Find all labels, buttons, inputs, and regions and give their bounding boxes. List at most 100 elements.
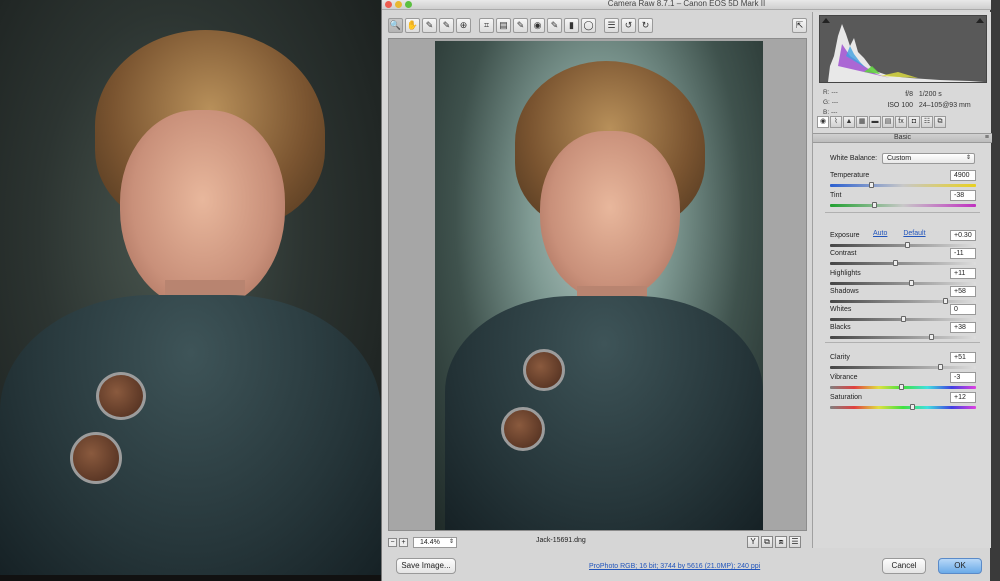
zoom-in-button[interactable]: +	[399, 537, 408, 547]
vibrance-slider-row: Vibrance -3	[830, 372, 976, 392]
zoom-tool-button[interactable]: 🔍	[388, 17, 403, 33]
zoom-out-button[interactable]: −	[388, 537, 397, 547]
shadows-value-field[interactable]: +58	[950, 286, 976, 297]
radial-filter-button[interactable]: ◯	[581, 17, 596, 33]
chevron-updown-icon: ⇕	[965, 155, 971, 161]
panel-tab-1[interactable]: ⌇	[830, 116, 842, 128]
cancel-button[interactable]: Cancel	[882, 558, 926, 574]
aperture: f/8	[905, 91, 913, 98]
hand-tool-button[interactable]: ✋	[405, 17, 420, 33]
contrast-value-field[interactable]: -11	[950, 248, 976, 259]
minimize-window-button[interactable]	[395, 1, 402, 8]
rotate-ccw-icon: ↺	[624, 19, 633, 30]
tint-label: Tint	[830, 192, 842, 199]
preview-bar: − + 14.4% ⇕ Jack-15691.dng Y ⧉ ⧈ ☰	[388, 535, 813, 549]
white-balance-tool-button[interactable]: ✎	[422, 17, 437, 33]
shutter-speed: 1/200 s	[918, 91, 942, 98]
blacks-slider-track[interactable]	[830, 336, 976, 339]
save-image-button[interactable]: Save Image...	[396, 558, 456, 574]
highlights-value-field[interactable]: +11	[950, 268, 976, 279]
targeted-adjustment-tool-button[interactable]: ⊕	[456, 17, 471, 33]
red-eye-tool-button[interactable]: ◉	[530, 17, 545, 33]
copy-settings-button[interactable]: ⧈	[775, 536, 787, 548]
ok-button[interactable]: OK	[938, 558, 982, 574]
preferences-button[interactable]: ☰	[604, 17, 619, 33]
whites-slider-thumb[interactable]	[901, 316, 906, 322]
shadows-slider-track[interactable]	[830, 300, 976, 303]
panel-title: Basic	[893, 134, 912, 141]
contrast-slider-track[interactable]	[830, 262, 976, 265]
tint-slider-thumb[interactable]	[871, 202, 877, 208]
blacks-value-field[interactable]: +38	[950, 322, 976, 333]
temperature-slider-thumb[interactable]	[868, 182, 874, 188]
panel-tab-8[interactable]: ☷	[921, 116, 933, 128]
tint-value-field[interactable]: -38	[950, 190, 976, 201]
highlight-clipping-warning-icon[interactable]	[976, 18, 984, 23]
panel-tabs: ◉ ⌇ ▲ ▦ ▬ ▤ fx ◘ ☷ ⧉	[817, 116, 989, 130]
exposure-label: Exposure	[830, 232, 860, 239]
zoom-level-select[interactable]: 14.4% ⇕	[413, 536, 457, 548]
saturation-value-field[interactable]: +12	[950, 392, 976, 403]
temperature-slider-row: Temperature 4900	[830, 170, 976, 190]
workflow-options-link[interactable]: ProPhoto RGB; 16 bit; 3744 by 5616 (21.0…	[589, 563, 760, 570]
adjustment-brush-button[interactable]: ✎	[547, 17, 562, 33]
vibrance-label: Vibrance	[830, 374, 858, 381]
panel-tab-5[interactable]: ▤	[882, 116, 894, 128]
white-balance-label: White Balance:	[830, 155, 878, 162]
panel-tab-7[interactable]: ◘	[908, 116, 920, 128]
white-balance-select[interactable]: Custom ⇕	[882, 153, 975, 164]
photo-shirt	[0, 295, 381, 581]
clarity-value-field[interactable]: +51	[950, 352, 976, 363]
highlights-slider-track[interactable]	[830, 282, 976, 285]
preview-preferences-button[interactable]: ☰	[789, 536, 801, 548]
titlebar: Camera Raw 8.7.1 – Canon EOS 5D Mark II	[382, 0, 991, 10]
white-balance-tool-icon: ✎	[425, 19, 434, 30]
graduated-filter-button[interactable]: ▮	[564, 17, 579, 33]
saturation-slider-track[interactable]	[830, 406, 976, 409]
contrast-slider-thumb[interactable]	[892, 260, 898, 266]
spot-removal-tool-button[interactable]: ✎	[513, 17, 528, 33]
temperature-slider-track[interactable]	[830, 184, 976, 187]
adjustment-panel: R: --- G: --- B: --- f/8 1/200 s ISO 100…	[812, 12, 992, 548]
vibrance-value-field[interactable]: -3	[950, 372, 976, 383]
exposure-value-field[interactable]: +0.30	[950, 230, 976, 241]
whites-value-field[interactable]: 0	[950, 304, 976, 315]
fullscreen-button[interactable]: ⇱	[792, 18, 807, 33]
shadow-clipping-warning-icon[interactable]	[822, 18, 830, 23]
tint-slider-track[interactable]	[830, 204, 976, 207]
panel-tab-2[interactable]: ▲	[843, 116, 855, 128]
rotate-ccw-button[interactable]: ↺	[621, 17, 636, 33]
saturation-label: Saturation	[830, 394, 862, 401]
swap-settings-button[interactable]: ⧉	[761, 536, 773, 548]
image-preview[interactable]	[388, 38, 807, 531]
exposure-slider-thumb[interactable]	[905, 242, 911, 248]
panel-tab-4[interactable]: ▬	[869, 116, 881, 128]
before-after-toggle-button[interactable]: Y	[747, 536, 759, 548]
rotate-cw-button[interactable]: ↻	[638, 17, 653, 33]
saturation-slider-thumb[interactable]	[909, 404, 915, 410]
panel-tab-3[interactable]: ▦	[856, 116, 868, 128]
panel-tab-6[interactable]: fx	[895, 116, 907, 128]
photo-sunglasses-lens	[70, 432, 122, 484]
clarity-slider-row: Clarity +51	[830, 352, 976, 372]
camera-raw-dialog: Camera Raw 8.7.1 – Canon EOS 5D Mark II …	[381, 0, 992, 581]
zoom-window-button[interactable]	[405, 1, 412, 8]
clarity-slider-thumb[interactable]	[938, 364, 944, 370]
highlights-slider-thumb[interactable]	[909, 280, 915, 286]
panel-tab-0[interactable]: ◉	[817, 116, 829, 128]
straighten-tool-button[interactable]: ▤	[496, 17, 511, 33]
blacks-slider-thumb[interactable]	[928, 334, 934, 340]
panel-tab-9[interactable]: ⧉	[934, 116, 946, 128]
shadows-label: Shadows	[830, 288, 859, 295]
green-value: ---	[831, 99, 839, 106]
exposure-slider-track[interactable]	[830, 244, 976, 247]
shadows-slider-thumb[interactable]	[943, 298, 949, 304]
clarity-slider-track[interactable]	[830, 366, 976, 369]
zoom-tool-icon: 🔍	[389, 19, 402, 30]
color-sampler-tool-button[interactable]: ✎	[439, 17, 454, 33]
crop-tool-button[interactable]: ⌗	[479, 17, 494, 33]
vibrance-slider-thumb[interactable]	[898, 384, 904, 390]
close-window-button[interactable]	[385, 1, 392, 8]
temperature-value-field[interactable]: 4900	[950, 170, 976, 181]
panel-menu-icon[interactable]: ≡	[985, 134, 989, 142]
